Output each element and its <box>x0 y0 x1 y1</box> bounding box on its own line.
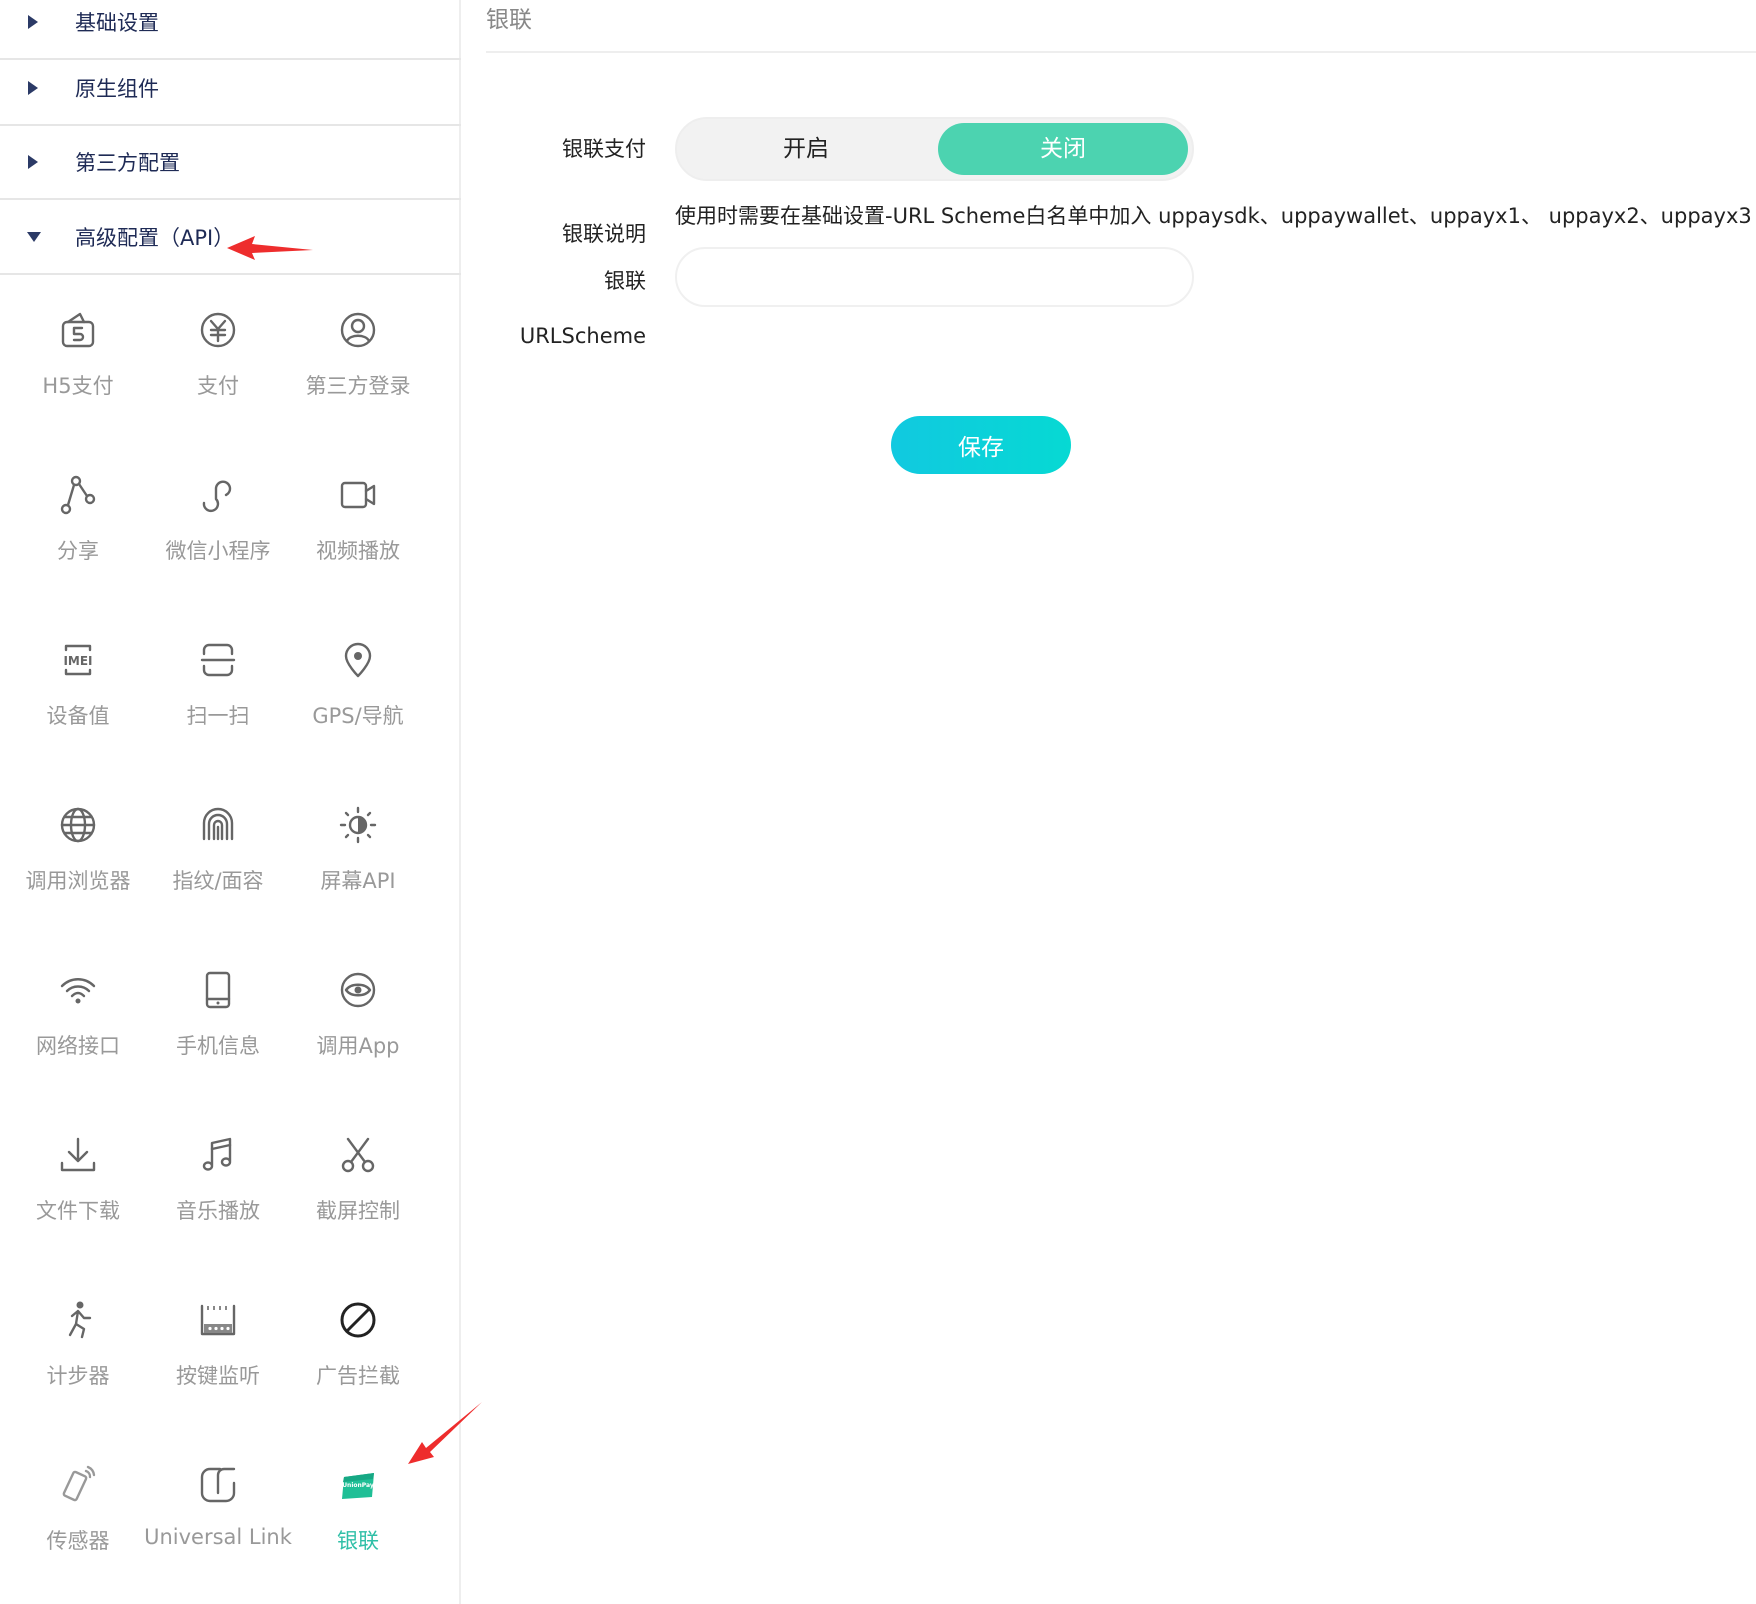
share-icon <box>58 475 98 515</box>
menu-third-party-config[interactable]: 第三方配置 <box>0 126 461 200</box>
phone-shake-icon <box>58 1465 98 1505</box>
music-note-icon <box>198 1135 238 1175</box>
imei-icon: IMEI <box>58 640 98 680</box>
scissors-icon <box>338 1135 378 1175</box>
page-title: 银联 <box>486 7 532 33</box>
fingerprint-icon <box>198 805 238 845</box>
api-item[interactable]: UnionPay 银联 <box>280 1465 436 1595</box>
video-camera-icon <box>338 475 378 515</box>
url-scheme-label-line1: 银联 <box>604 269 646 293</box>
api-item[interactable]: 视频播放 <box>280 475 436 605</box>
location-pin-icon <box>338 640 378 680</box>
menu-basic-settings[interactable]: 基础设置 <box>0 0 461 60</box>
phone-icon <box>198 970 238 1010</box>
svg-text:UnionPay: UnionPay <box>342 1482 374 1489</box>
annotation-arrow-icon <box>227 236 313 260</box>
api-item-label: GPS/导航 <box>312 704 404 728</box>
sidebar: 基础设置 原生组件 第三方配置 高级配置（API） H5支付 支付 第三方登录 分享微… <box>0 0 482 1604</box>
h5-pay-icon <box>58 310 98 350</box>
running-person-icon <box>58 1300 98 1340</box>
scan-icon <box>198 640 238 680</box>
toggle-on-option[interactable]: 开启 <box>681 123 931 175</box>
url-scheme-label-line2: URLScheme <box>519 324 646 348</box>
api-item-label: 银联 <box>337 1529 379 1553</box>
api-item[interactable]: 调用App <box>280 970 436 1100</box>
eye-icon <box>338 970 378 1010</box>
brightness-icon <box>338 805 378 845</box>
api-item-label: 第三方登录 <box>305 374 411 398</box>
title-divider <box>486 51 1756 53</box>
api-item[interactable]: 屏幕API <box>280 805 436 935</box>
download-icon <box>58 1135 98 1175</box>
menu-native-components[interactable]: 原生组件 <box>0 52 461 126</box>
unionpay-desc-label: 银联说明 <box>562 222 646 246</box>
unionpay-pay-label: 银联支付 <box>562 137 646 161</box>
collapse-arrow-icon <box>27 232 41 242</box>
url-scheme-input[interactable] <box>675 247 1194 307</box>
toggle-off-option[interactable]: 关闭 <box>938 123 1188 175</box>
unionpay-desc-text: 使用时需要在基础设置-URL Scheme白名单中加入 uppaysdk、upp… <box>675 204 1752 228</box>
yen-circle-icon <box>198 310 238 350</box>
api-item-label: 屏幕API <box>320 869 396 893</box>
api-item-label: 截屏控制 <box>316 1199 400 1223</box>
api-item-label: 调用App <box>316 1034 400 1058</box>
globe-icon <box>58 805 98 845</box>
svg-text:IMEI: IMEI <box>63 654 92 668</box>
expand-arrow-icon <box>28 81 38 95</box>
api-item[interactable]: 截屏控制 <box>280 1135 436 1265</box>
unionpay-toggle[interactable]: 开启 关闭 <box>675 117 1194 181</box>
mini-program-icon <box>198 475 238 515</box>
universal-link-icon <box>198 1465 238 1505</box>
unionpay-icon: UnionPay <box>338 1465 378 1505</box>
expand-arrow-icon <box>28 15 38 29</box>
menu-label: 原生组件 <box>75 77 159 101</box>
wifi-icon <box>58 970 98 1010</box>
api-item[interactable]: 第三方登录 <box>280 310 436 440</box>
expand-arrow-icon <box>28 155 38 169</box>
main-panel: 银联 银联支付 开启 关闭 银联说明 使用时需要在基础设置-URL Scheme… <box>461 0 1756 1604</box>
block-icon <box>338 1300 378 1340</box>
menu-label: 第三方配置 <box>75 151 180 175</box>
api-item-label: 视频播放 <box>316 539 400 563</box>
save-button[interactable]: 保存 <box>891 416 1071 474</box>
menu-label: 高级配置（API） <box>75 226 235 250</box>
user-circle-icon <box>338 310 378 350</box>
keyboard-icon <box>198 1300 238 1340</box>
api-item[interactable]: GPS/导航 <box>280 640 436 770</box>
api-item-label: 广告拦截 <box>316 1364 400 1388</box>
menu-label: 基础设置 <box>75 11 159 35</box>
